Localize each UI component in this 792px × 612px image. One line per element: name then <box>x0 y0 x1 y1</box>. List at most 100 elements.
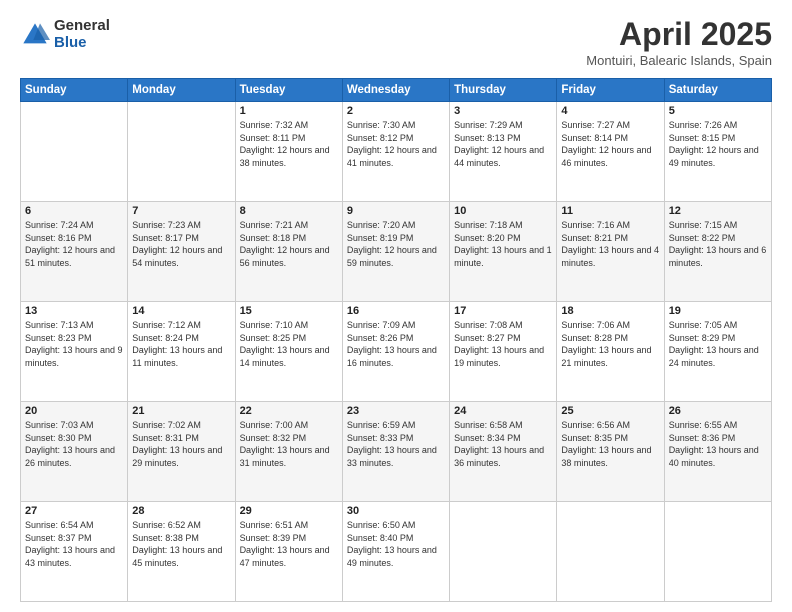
calendar-cell: 11 Sunrise: 7:16 AMSunset: 8:21 PMDayligh… <box>557 202 664 302</box>
location-subtitle: Montuiri, Balearic Islands, Spain <box>586 53 772 68</box>
cell-info: Sunrise: 7:24 AMSunset: 8:16 PMDaylight:… <box>25 219 123 269</box>
calendar-cell: 7 Sunrise: 7:23 AMSunset: 8:17 PMDaylight… <box>128 202 235 302</box>
cell-info: Sunrise: 7:05 AMSunset: 8:29 PMDaylight:… <box>669 319 767 369</box>
calendar-cell <box>664 502 771 602</box>
week-row-3: 13 Sunrise: 7:13 AMSunset: 8:23 PMDayligh… <box>21 302 772 402</box>
weekday-header-monday: Monday <box>128 79 235 102</box>
cell-info: Sunrise: 7:27 AMSunset: 8:14 PMDaylight:… <box>561 119 659 169</box>
cell-info: Sunrise: 7:15 AMSunset: 8:22 PMDaylight:… <box>669 219 767 269</box>
day-number: 26 <box>669 405 767 417</box>
calendar-cell: 30 Sunrise: 6:50 AMSunset: 8:40 PMDayligh… <box>342 502 449 602</box>
weekday-header-thursday: Thursday <box>450 79 557 102</box>
calendar-table: SundayMondayTuesdayWednesdayThursdayFrid… <box>20 78 772 602</box>
weekday-header-row: SundayMondayTuesdayWednesdayThursdayFrid… <box>21 79 772 102</box>
cell-info: Sunrise: 7:00 AMSunset: 8:32 PMDaylight:… <box>240 419 338 469</box>
day-number: 12 <box>669 205 767 217</box>
calendar-cell <box>128 102 235 202</box>
day-number: 25 <box>561 405 659 417</box>
cell-info: Sunrise: 7:06 AMSunset: 8:28 PMDaylight:… <box>561 319 659 369</box>
day-number: 10 <box>454 205 552 217</box>
day-number: 23 <box>347 405 445 417</box>
day-number: 30 <box>347 505 445 517</box>
calendar-cell: 27 Sunrise: 6:54 AMSunset: 8:37 PMDayligh… <box>21 502 128 602</box>
day-number: 18 <box>561 305 659 317</box>
cell-info: Sunrise: 6:58 AMSunset: 8:34 PMDaylight:… <box>454 419 552 469</box>
calendar-cell <box>450 502 557 602</box>
day-number: 2 <box>347 105 445 117</box>
calendar-cell: 14Sunrise: 7:12 AMSunset: 8:24 PMDayligh… <box>128 302 235 402</box>
week-row-5: 27 Sunrise: 6:54 AMSunset: 8:37 PMDayligh… <box>21 502 772 602</box>
day-number: 28 <box>132 505 230 517</box>
cell-info: Sunrise: 7:30 AMSunset: 8:12 PMDaylight:… <box>347 119 445 169</box>
day-number: 13 <box>25 305 123 317</box>
day-number: 7 <box>132 205 230 217</box>
calendar-cell: 6 Sunrise: 7:24 AMSunset: 8:16 PMDaylight… <box>21 202 128 302</box>
calendar-cell: 24Sunrise: 6:58 AMSunset: 8:34 PMDayligh… <box>450 402 557 502</box>
calendar-cell <box>557 502 664 602</box>
calendar-cell: 9 Sunrise: 7:20 AMSunset: 8:19 PMDaylight… <box>342 202 449 302</box>
calendar-cell: 12 Sunrise: 7:15 AMSunset: 8:22 PMDayligh… <box>664 202 771 302</box>
weekday-header-saturday: Saturday <box>664 79 771 102</box>
day-number: 1 <box>240 105 338 117</box>
cell-info: Sunrise: 7:26 AMSunset: 8:15 PMDaylight:… <box>669 119 767 169</box>
calendar-cell <box>21 102 128 202</box>
day-number: 4 <box>561 105 659 117</box>
logo-general: General <box>54 18 110 35</box>
cell-info: Sunrise: 6:50 AMSunset: 8:40 PMDaylight:… <box>347 519 445 569</box>
day-number: 22 <box>240 405 338 417</box>
weekday-header-tuesday: Tuesday <box>235 79 342 102</box>
calendar-cell: 17Sunrise: 7:08 AMSunset: 8:27 PMDayligh… <box>450 302 557 402</box>
cell-info: Sunrise: 7:21 AMSunset: 8:18 PMDaylight:… <box>240 219 338 269</box>
day-number: 20 <box>25 405 123 417</box>
day-number: 6 <box>25 205 123 217</box>
weekday-header-wednesday: Wednesday <box>342 79 449 102</box>
calendar-cell: 25Sunrise: 6:56 AMSunset: 8:35 PMDayligh… <box>557 402 664 502</box>
cell-info: Sunrise: 6:55 AMSunset: 8:36 PMDaylight:… <box>669 419 767 469</box>
cell-info: Sunrise: 7:20 AMSunset: 8:19 PMDaylight:… <box>347 219 445 269</box>
cell-info: Sunrise: 7:13 AMSunset: 8:23 PMDaylight:… <box>25 319 123 369</box>
weekday-header-friday: Friday <box>557 79 664 102</box>
logo-blue: Blue <box>54 35 110 52</box>
calendar-cell: 28Sunrise: 6:52 AMSunset: 8:38 PMDayligh… <box>128 502 235 602</box>
calendar-cell: 8 Sunrise: 7:21 AMSunset: 8:18 PMDaylight… <box>235 202 342 302</box>
day-number: 9 <box>347 205 445 217</box>
day-number: 11 <box>561 205 659 217</box>
day-number: 21 <box>132 405 230 417</box>
calendar-cell: 19 Sunrise: 7:05 AMSunset: 8:29 PMDayligh… <box>664 302 771 402</box>
cell-info: Sunrise: 7:03 AMSunset: 8:30 PMDaylight:… <box>25 419 123 469</box>
calendar-cell: 5 Sunrise: 7:26 AMSunset: 8:15 PMDaylight… <box>664 102 771 202</box>
day-number: 29 <box>240 505 338 517</box>
cell-info: Sunrise: 7:16 AMSunset: 8:21 PMDaylight:… <box>561 219 659 269</box>
cell-info: Sunrise: 6:59 AMSunset: 8:33 PMDaylight:… <box>347 419 445 469</box>
cell-info: Sunrise: 7:32 AMSunset: 8:11 PMDaylight:… <box>240 119 338 169</box>
cell-info: Sunrise: 7:18 AMSunset: 8:20 PMDaylight:… <box>454 219 552 269</box>
calendar-cell: 23 Sunrise: 6:59 AMSunset: 8:33 PMDayligh… <box>342 402 449 502</box>
page: General Blue April 2025 Montuiri, Balear… <box>0 0 792 612</box>
cell-info: Sunrise: 6:54 AMSunset: 8:37 PMDaylight:… <box>25 519 123 569</box>
cell-info: Sunrise: 6:51 AMSunset: 8:39 PMDaylight:… <box>240 519 338 569</box>
day-number: 8 <box>240 205 338 217</box>
cell-info: Sunrise: 7:02 AMSunset: 8:31 PMDaylight:… <box>132 419 230 469</box>
day-number: 27 <box>25 505 123 517</box>
cell-info: Sunrise: 7:23 AMSunset: 8:17 PMDaylight:… <box>132 219 230 269</box>
calendar-cell: 22 Sunrise: 7:00 AMSunset: 8:32 PMDayligh… <box>235 402 342 502</box>
logo: General Blue <box>20 18 110 51</box>
title-block: April 2025 Montuiri, Balearic Islands, S… <box>586 18 772 68</box>
calendar-cell: 29 Sunrise: 6:51 AMSunset: 8:39 PMDayligh… <box>235 502 342 602</box>
calendar-cell: 20 Sunrise: 7:03 AMSunset: 8:30 PMDayligh… <box>21 402 128 502</box>
cell-info: Sunrise: 7:29 AMSunset: 8:13 PMDaylight:… <box>454 119 552 169</box>
day-number: 19 <box>669 305 767 317</box>
week-row-2: 6 Sunrise: 7:24 AMSunset: 8:16 PMDaylight… <box>21 202 772 302</box>
logo-text: General Blue <box>54 18 110 51</box>
month-title: April 2025 <box>586 18 772 50</box>
calendar-cell: 2 Sunrise: 7:30 AMSunset: 8:12 PMDaylight… <box>342 102 449 202</box>
week-row-1: 1 Sunrise: 7:32 AMSunset: 8:11 PMDaylight… <box>21 102 772 202</box>
cell-info: Sunrise: 7:12 AMSunset: 8:24 PMDaylight:… <box>132 319 230 369</box>
day-number: 5 <box>669 105 767 117</box>
cell-info: Sunrise: 7:09 AMSunset: 8:26 PMDaylight:… <box>347 319 445 369</box>
calendar-cell: 26 Sunrise: 6:55 AMSunset: 8:36 PMDayligh… <box>664 402 771 502</box>
calendar-cell: 10 Sunrise: 7:18 AMSunset: 8:20 PMDayligh… <box>450 202 557 302</box>
calendar-cell: 18 Sunrise: 7:06 AMSunset: 8:28 PMDayligh… <box>557 302 664 402</box>
weekday-header-sunday: Sunday <box>21 79 128 102</box>
logo-icon <box>20 20 50 50</box>
